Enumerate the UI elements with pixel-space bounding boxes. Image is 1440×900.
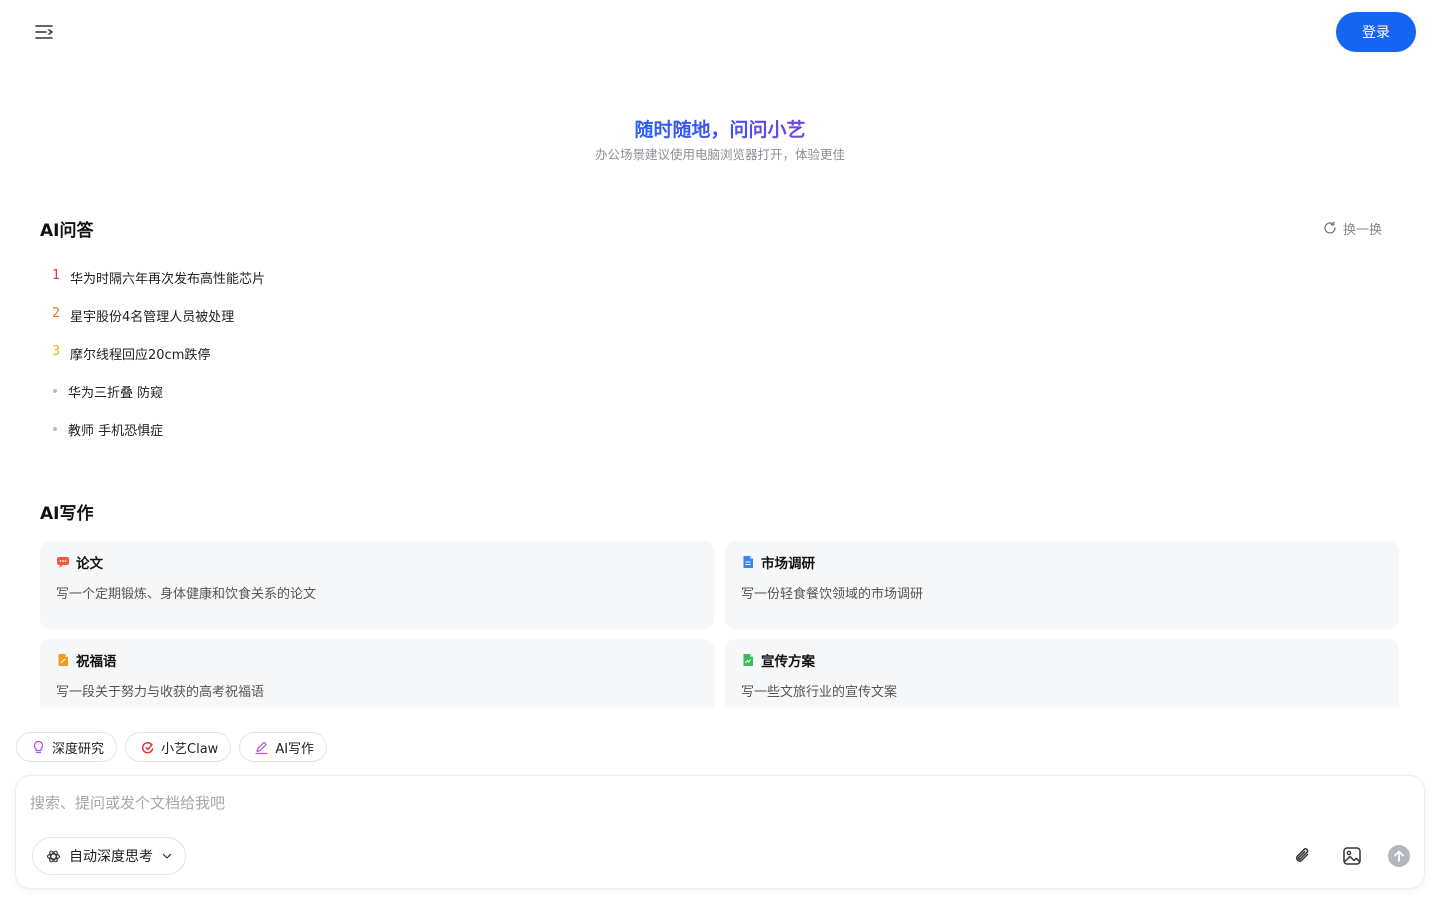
qa-item[interactable]: 1 华为时隔六年再次发布高性能芯片 (50, 268, 265, 306)
card-title: 祝福语 (76, 654, 117, 670)
lightbulb-icon (33, 740, 44, 753)
qa-item-text: 摩尔线程回应20cm跌停 (70, 348, 211, 363)
card-title: 宣传方案 (761, 654, 815, 670)
paperclip-icon (1295, 848, 1309, 862)
refresh-label: 换一换 (1343, 222, 1383, 238)
card-desc: 写一个定期锻炼、身体健康和饮食关系的论文 (56, 587, 317, 602)
pen-icon (255, 741, 268, 754)
chip-ai-writing[interactable]: AI写作 (239, 732, 328, 762)
qa-item[interactable]: 华为三折叠 防窥 (50, 382, 265, 420)
qa-item[interactable]: 2 星宇股份4名管理人员被处理 (50, 306, 265, 344)
card-desc: 写一些文旅行业的宣传文案 (741, 685, 898, 700)
qa-rank: 2 (52, 306, 61, 321)
card-title: 市场调研 (761, 556, 815, 572)
chip-label: 小艺Claw (161, 741, 219, 757)
send-arrow-icon (1394, 850, 1404, 862)
refresh-icon (1324, 221, 1336, 234)
composer: 自动深度思考 (16, 776, 1424, 888)
qa-list: 1 华为时隔六年再次发布高性能芯片 2 星宇股份4名管理人员被处理 3 摩尔线程… (50, 268, 265, 458)
writing-card-blessing[interactable]: 祝福语 写一段关于努力与收获的高考祝福语 (40, 639, 714, 709)
chip-deep-research[interactable]: 深度研究 (16, 732, 118, 762)
card-desc: 写一份轻食餐饮领域的市场调研 (741, 587, 924, 602)
claw-icon (141, 741, 154, 753)
market-research-icon (743, 556, 753, 568)
hero-title: 随时随地，问问小艺 (634, 119, 806, 141)
blessing-icon (58, 654, 68, 666)
thinking-mode-dropdown[interactable]: 自动深度思考 (32, 837, 186, 875)
menu-toggle-button[interactable] (34, 22, 56, 42)
qa-item[interactable]: 3 摩尔线程回应20cm跌停 (50, 344, 265, 382)
bullet-dot-icon (50, 420, 68, 431)
qa-rank: 3 (52, 344, 61, 359)
chip-label: 深度研究 (52, 741, 105, 757)
refresh-button[interactable]: 换一换 (1323, 219, 1383, 238)
writing-card-thesis[interactable]: 论文 写一个定期锻炼、身体健康和饮食关系的论文 (40, 541, 714, 629)
send-button[interactable] (1388, 845, 1410, 867)
chip-xiaoyi-claw[interactable]: 小艺Claw (125, 732, 232, 762)
writing-section-title: AI写作 (40, 504, 94, 524)
writing-card-promo-plan[interactable]: 宣传方案 写一些文旅行业的宣传文案 (725, 639, 1399, 709)
image-upload-button[interactable] (1341, 845, 1363, 867)
hero-subtitle: 办公场景建议使用电脑浏览器打开，体验更佳 (594, 147, 845, 162)
bullet-dot-icon (50, 382, 68, 393)
attach-button[interactable] (1292, 845, 1314, 867)
image-icon (1343, 847, 1361, 865)
thesis-icon (57, 557, 69, 568)
login-button[interactable]: 登录 (1336, 12, 1416, 52)
promo-plan-icon (743, 654, 753, 666)
card-title: 论文 (76, 556, 103, 572)
menu-collapse-icon (35, 25, 53, 39)
card-desc: 写一段关于努力与收获的高考祝福语 (56, 685, 265, 700)
qa-item-text: 星宇股份4名管理人员被处理 (70, 310, 235, 325)
chevron-down-icon (162, 853, 172, 859)
thinking-mode-label: 自动深度思考 (69, 849, 153, 865)
search-input[interactable] (28, 790, 1032, 816)
qa-item[interactable]: 教师 手机恐惧症 (50, 420, 265, 458)
qa-rank: 1 (52, 268, 61, 283)
qa-item-text: 华为时隔六年再次发布高性能芯片 (70, 272, 266, 287)
qa-item-text: 华为三折叠 防窥 (68, 386, 164, 401)
atom-icon (46, 850, 61, 862)
writing-card-market-research[interactable]: 市场调研 写一份轻食餐饮领域的市场调研 (725, 541, 1399, 629)
chip-label: AI写作 (275, 741, 315, 757)
quick-chips: 深度研究 小艺Claw AI写作 (16, 732, 328, 762)
qa-section-title: AI问答 (40, 221, 94, 241)
qa-item-text: 教师 手机恐惧症 (68, 424, 164, 439)
